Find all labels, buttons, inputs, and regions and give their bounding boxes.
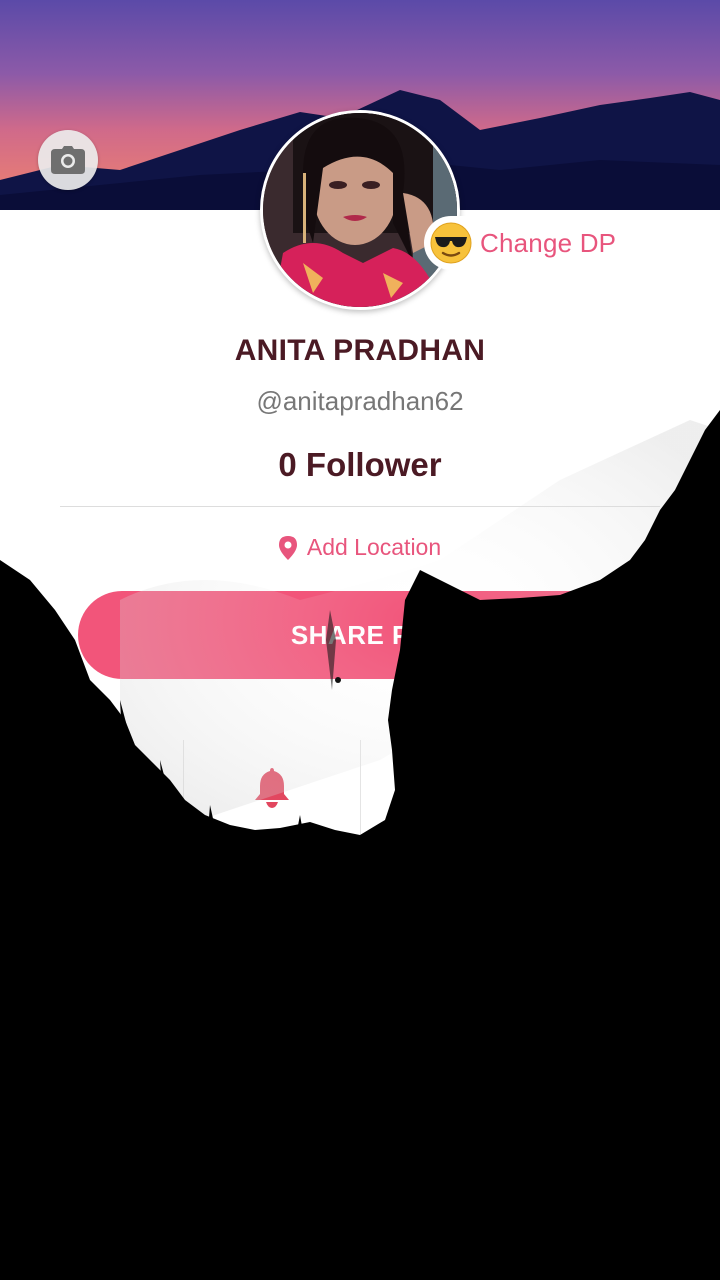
profile-handle: @anitapradhan62 bbox=[256, 386, 464, 416]
location-pin-icon bbox=[278, 535, 297, 560]
avatar-image bbox=[263, 113, 457, 307]
add-location-button[interactable]: Add Location bbox=[0, 534, 720, 561]
profile-screen: Change DP ANITA PRADHAN @anitapradhan62 … bbox=[0, 0, 720, 1280]
notifications-tab[interactable] bbox=[183, 740, 361, 840]
bell-icon bbox=[255, 768, 289, 808]
divider bbox=[60, 506, 660, 507]
change-dp-label: Change DP bbox=[480, 227, 617, 258]
follower-count[interactable]: 0 Follower bbox=[0, 446, 720, 484]
change-dp-button[interactable]: Change DP bbox=[424, 216, 631, 270]
share-profile-button[interactable]: SHARE PR bbox=[78, 591, 642, 679]
camera-icon bbox=[51, 146, 85, 174]
add-location-label: Add Location bbox=[306, 534, 442, 560]
profile-avatar[interactable] bbox=[260, 110, 460, 310]
change-cover-button[interactable] bbox=[38, 130, 98, 190]
profile-name: ANITA PRADHAN bbox=[234, 334, 486, 367]
sunglasses-emoji-icon bbox=[430, 222, 472, 264]
